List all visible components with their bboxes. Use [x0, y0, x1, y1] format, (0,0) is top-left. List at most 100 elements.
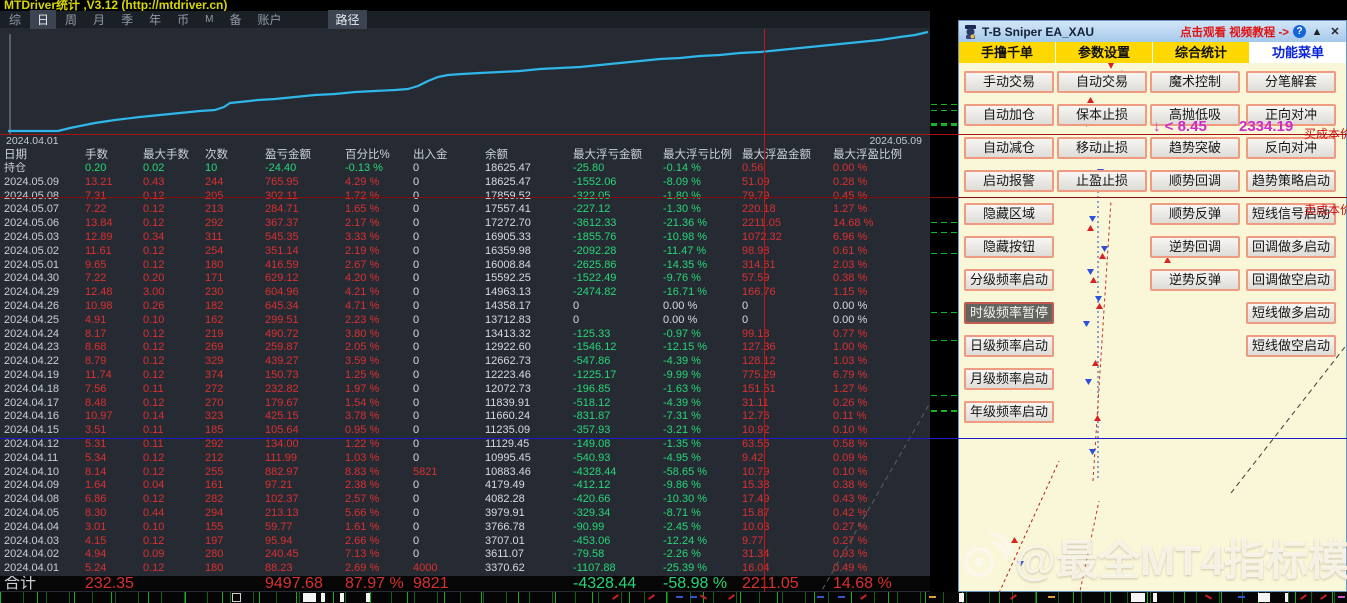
tab-参数设置[interactable]: 参数设置 — [1056, 42, 1152, 63]
cell: 166.76 — [740, 286, 831, 300]
cell: 0 — [411, 383, 483, 397]
panel-button-隐藏区域[interactable]: 隐藏区域 — [964, 203, 1054, 225]
ea-title-bar[interactable]: T-B Sniper EA_XAU 点击观看 视频教程 -> ? ▲ ✕ — [959, 21, 1346, 42]
menu-item-日[interactable]: 日 — [30, 10, 56, 29]
cell: 0 — [411, 300, 483, 314]
close-icon[interactable]: ✕ — [1328, 25, 1342, 38]
panel-button-趋势突破[interactable]: 趋势突破 — [1150, 137, 1240, 159]
table-row[interactable]: 2024.04.1911.740.12374150.731.25 %012223… — [2, 369, 928, 383]
table-row[interactable]: 2024.05.0913.210.43244765.954.29 %018625… — [2, 176, 928, 190]
panel-button-趋势策略启动[interactable]: 趋势策略启动 — [1246, 170, 1336, 192]
panel-button-自动加仓[interactable]: 自动加仓 — [964, 104, 1054, 126]
panel-button-保本止损[interactable]: 保本止损 — [1057, 104, 1147, 126]
table-row[interactable]: 2024.05.0613.840.12292367.372.17 %017272… — [2, 217, 928, 231]
menu-item-账户[interactable]: 账户 — [250, 10, 288, 29]
stats-table: 日期手数最大手数次数盈亏金额百分比%出入金余额最大浮亏金额最大浮亏比例最大浮盈金… — [2, 148, 928, 576]
table-row[interactable]: 持仓0.200.0210-24.40-0.13 %018625.47-25.80… — [2, 162, 928, 176]
table-row[interactable]: 2024.04.254.910.10162299.512.23 %013712.… — [2, 314, 928, 328]
panel-button-手动交易[interactable]: 手动交易 — [964, 71, 1054, 93]
panel-button-自动交易[interactable]: 自动交易 — [1057, 71, 1147, 93]
table-row[interactable]: 2024.04.086.860.12282102.372.57 %04082.2… — [2, 493, 928, 507]
panel-button-启动报警[interactable]: 启动报警 — [964, 170, 1054, 192]
tab-综合统计[interactable]: 综合统计 — [1153, 42, 1249, 63]
table-row[interactable]: 2024.04.125.310.11292134.001.22 %011129.… — [2, 438, 928, 452]
cell: 3766.78 — [483, 521, 571, 535]
ea-tab-bar: 手撸千单参数设置综合统计功能菜单 — [959, 42, 1346, 63]
cell: 0 — [411, 245, 483, 259]
cell: 2.05 % — [343, 341, 411, 355]
menu-item-综[interactable]: 综 — [2, 10, 28, 29]
cell: 182 — [203, 300, 263, 314]
cell: 0 — [411, 217, 483, 231]
totals-row[interactable]: 合计232.359497.6887.97 %9821-4328.44-58.98… — [0, 576, 930, 591]
table-row[interactable]: 2024.05.077.220.12213284.711.65 %017557.… — [2, 203, 928, 217]
menu-item-备[interactable]: 备 — [222, 10, 248, 29]
cell: -24.40 — [263, 162, 343, 176]
panel-button-逆势反弹[interactable]: 逆势反弹 — [1150, 269, 1240, 291]
cell: 0 — [571, 314, 661, 328]
cell: 0.38 % — [831, 479, 928, 493]
table-row[interactable]: 2024.04.115.340.12212111.991.03 %010995.… — [2, 452, 928, 466]
panel-button-自动减仓[interactable]: 自动减仓 — [964, 137, 1054, 159]
cell: -125.33 — [571, 328, 661, 342]
panel-button-月级频率启动[interactable]: 月级频率启动 — [964, 368, 1054, 390]
table-row[interactable]: 2024.04.248.170.12219490.723.80 %013413.… — [2, 328, 928, 342]
panel-button-隐藏按钮[interactable]: 隐藏按钮 — [964, 236, 1054, 258]
panel-button-短线做多启动[interactable]: 短线做多启动 — [1246, 302, 1336, 324]
menu-item-M[interactable]: M — [198, 13, 220, 26]
panel-button-短线做空启动[interactable]: 短线做空启动 — [1246, 335, 1336, 357]
menu-item-年[interactable]: 年 — [142, 10, 168, 29]
table-row[interactable]: 2024.04.1610.970.14323425.153.78 %011660… — [2, 410, 928, 424]
tab-手撸千单[interactable]: 手撸千单 — [959, 42, 1055, 63]
table-row[interactable]: 2024.04.058.300.44294213.135.66 %03979.9… — [2, 507, 928, 521]
cell: -540.93 — [571, 452, 661, 466]
table-row[interactable]: 2024.04.2610.980.26182645.344.71 %014358… — [2, 300, 928, 314]
cell: 0.12 — [141, 259, 203, 273]
table-row[interactable]: 2024.04.2912.483.00230604.964.21 %014963… — [2, 286, 928, 300]
table-row[interactable]: 2024.05.0312.890.34311545.353.33 %016905… — [2, 231, 928, 245]
panel-button-魔术控制[interactable]: 魔术控制 — [1150, 71, 1240, 93]
ea-app-icon — [963, 24, 978, 39]
menu-item-季[interactable]: 季 — [114, 10, 140, 29]
table-row[interactable]: 2024.04.187.560.11272232.821.97 %012072.… — [2, 383, 928, 397]
table-row[interactable]: 2024.04.024.940.09280240.457.13 %03611.0… — [2, 548, 928, 562]
panel-button-回调做多启动[interactable]: 回调做多启动 — [1246, 236, 1336, 258]
table-row[interactable]: 2024.04.034.150.1219795.942.66 %03707.01… — [2, 535, 928, 549]
strip-mark — [1010, 594, 1017, 600]
collapse-icon[interactable]: ▲ — [1310, 26, 1324, 38]
cell: -9.76 % — [661, 272, 740, 286]
cell: 17272.70 — [483, 217, 571, 231]
table-row[interactable]: 2024.04.307.220.20171629.124.20 %015592.… — [2, 272, 928, 286]
menu-item-周[interactable]: 周 — [58, 10, 84, 29]
table-row[interactable]: 2024.04.015.240.1218088.232.69 %40003370… — [2, 562, 928, 576]
table-row[interactable]: 2024.05.019.650.12180416.592.67 %016008.… — [2, 259, 928, 273]
table-row[interactable]: 2024.04.153.510.11185105.640.95 %011235.… — [2, 424, 928, 438]
menu-item-path[interactable]: 路径 — [328, 10, 366, 29]
table-row[interactable]: 2024.04.178.480.12270179.671.54 %011839.… — [2, 397, 928, 411]
panel-button-时级频率暂停[interactable]: 时级频率暂停 — [964, 302, 1054, 324]
tab-功能菜单[interactable]: 功能菜单 — [1250, 42, 1346, 63]
panel-button-顺势回调[interactable]: 顺势回调 — [1150, 170, 1240, 192]
table-row[interactable]: 2024.04.108.140.12255882.978.83 %5821108… — [2, 466, 928, 480]
panel-button-止盈止损[interactable]: 止盈止损 — [1057, 170, 1147, 192]
panel-button-逆势回调[interactable]: 逆势回调 — [1150, 236, 1240, 258]
panel-button-分级频率启动[interactable]: 分级频率启动 — [964, 269, 1054, 291]
table-row[interactable]: 2024.04.228.790.12329439.273.59 %012662.… — [2, 355, 928, 369]
panel-button-分笔解套[interactable]: 分笔解套 — [1246, 71, 1336, 93]
table-row[interactable]: 2024.04.091.640.0416197.212.38 %04179.49… — [2, 479, 928, 493]
video-tutorial-link[interactable]: 点击观看 视频教程 -> — [1180, 24, 1289, 40]
row-date: 2024.04.19 — [2, 369, 83, 383]
table-row[interactable]: 2024.04.238.680.12269259.872.05 %012922.… — [2, 341, 928, 355]
cell: 5821 — [411, 466, 483, 480]
panel-button-移动止损[interactable]: 移动止损 — [1057, 137, 1147, 159]
equity-chart — [0, 28, 930, 135]
table-row[interactable]: 2024.05.0211.610.12254351.142.19 %016359… — [2, 245, 928, 259]
menu-item-币[interactable]: 币 — [170, 10, 196, 29]
panel-button-顺势反弹[interactable]: 顺势反弹 — [1150, 203, 1240, 225]
help-icon[interactable]: ? — [1293, 25, 1306, 38]
panel-button-日级频率启动[interactable]: 日级频率启动 — [964, 335, 1054, 357]
table-row[interactable]: 2024.04.043.010.1015559.771.61 %03766.78… — [2, 521, 928, 535]
panel-button-回调做空启动[interactable]: 回调做空启动 — [1246, 269, 1336, 291]
menu-item-月[interactable]: 月 — [86, 10, 112, 29]
panel-button-年级频率启动[interactable]: 年级频率启动 — [964, 401, 1054, 423]
